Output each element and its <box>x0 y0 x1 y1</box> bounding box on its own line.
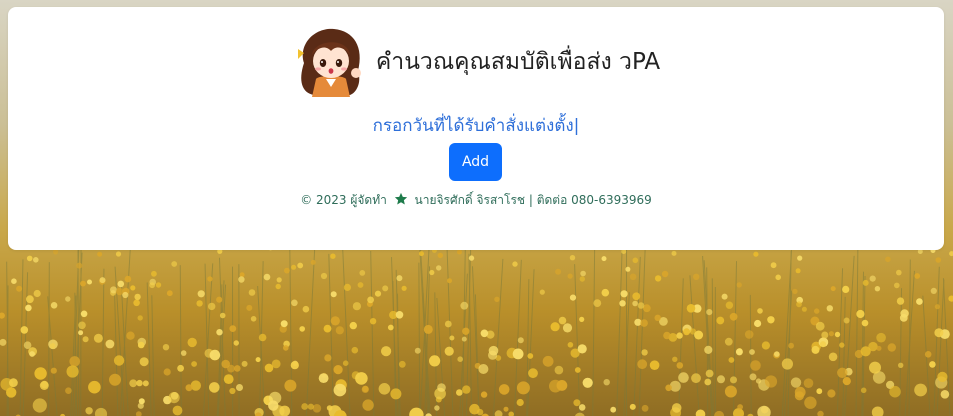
footer: © 2023 ผู้จัดทำ นายจิรศักดิ์ จิรสาโรช | … <box>8 191 944 210</box>
page-title: คำนวณคุณสมบัติเพื่อส่ง วPA <box>375 49 661 75</box>
main-card: คำนวณคุณสมบัติเพื่อส่ง วPA กรอกวันที่ได้… <box>8 7 944 250</box>
girl-mascot-icon <box>297 28 361 97</box>
header: คำนวณคุณสมบัติเพื่อส่ง วPA <box>8 23 944 101</box>
author-contact-text: นายจิรศักดิ์ จิรสาโรช | ติดต่อ 080-63939… <box>414 193 652 207</box>
copyright-text: © 2023 ผู้จัดทำ <box>300 193 387 207</box>
add-button[interactable]: Add <box>449 143 502 181</box>
date-prompt-text: กรอกวันที่ได้รับคำสั่งแต่งตั้ง| <box>372 116 580 136</box>
star-icon <box>394 192 407 205</box>
